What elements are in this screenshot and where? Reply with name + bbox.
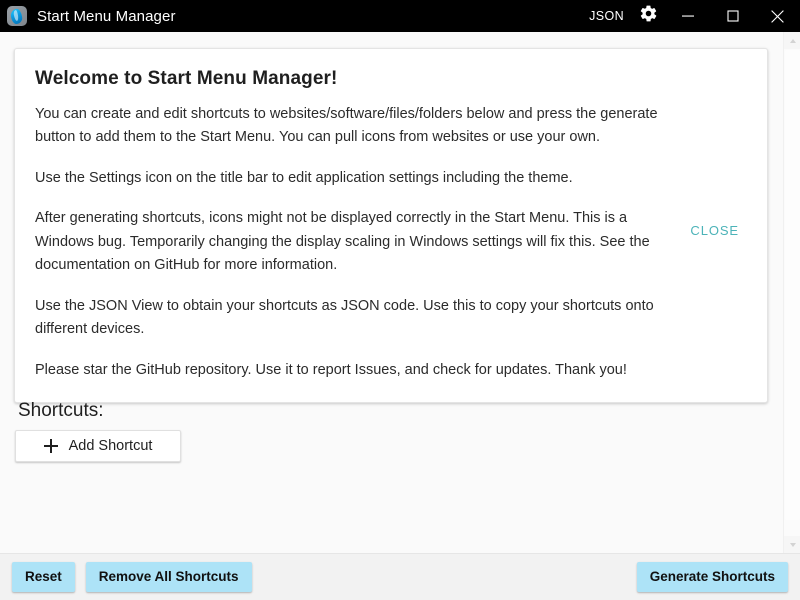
window-title: Start Menu Manager: [37, 7, 176, 25]
maximize-button[interactable]: [710, 0, 755, 32]
main-content: Welcome to Start Menu Manager! You can c…: [0, 32, 800, 553]
welcome-card: Welcome to Start Menu Manager! You can c…: [14, 48, 768, 404]
plus-icon: [43, 439, 58, 453]
close-welcome-card-button[interactable]: CLOSE: [682, 217, 747, 244]
gear-icon: [639, 4, 658, 28]
shortcuts-heading: Shortcuts:: [18, 400, 104, 421]
minimize-icon: [681, 10, 694, 22]
app-logo-icon: [7, 6, 27, 26]
chevron-up-icon: [789, 38, 796, 43]
welcome-paragraph-3: After generating shortcuts, icons might …: [35, 210, 650, 274]
vertical-scrollbar[interactable]: [783, 32, 800, 553]
json-view-button[interactable]: JSON: [582, 5, 631, 27]
welcome-card-actions: CLOSE: [682, 210, 747, 240]
welcome-paragraph-4: Use the JSON View to obtain your shortcu…: [35, 297, 654, 338]
minimize-button[interactable]: [665, 0, 710, 32]
chevron-down-icon: [789, 542, 796, 547]
generate-shortcuts-button[interactable]: Generate Shortcuts: [636, 561, 788, 593]
close-window-button[interactable]: [755, 0, 800, 32]
welcome-paragraph-2: Use the Settings icon on the title bar t…: [35, 169, 573, 186]
title-bar: Start Menu Manager JSON: [0, 0, 800, 32]
welcome-paragraph-5: Please star the GitHub repository. Use i…: [35, 361, 627, 378]
settings-button[interactable]: [631, 0, 665, 32]
add-shortcut-button[interactable]: Add Shortcut: [15, 430, 181, 462]
scroll-up-button[interactable]: [784, 32, 800, 49]
close-icon: [771, 9, 784, 23]
remove-all-shortcuts-button[interactable]: Remove All Shortcuts: [85, 561, 252, 593]
maximize-icon: [726, 10, 739, 22]
add-shortcut-label: Add Shortcut: [68, 438, 153, 454]
scrollbar-thumb[interactable]: [785, 50, 800, 520]
bottom-action-bar: Reset Remove All Shortcuts Generate Shor…: [0, 553, 800, 600]
welcome-title: Welcome to Start Menu Manager!: [35, 68, 338, 89]
scroll-down-button[interactable]: [784, 536, 800, 553]
welcome-card-text: Welcome to Start Menu Manager! You can c…: [35, 67, 682, 382]
welcome-paragraph-1: You can create and edit shortcuts to web…: [35, 105, 658, 146]
reset-button[interactable]: Reset: [12, 561, 75, 593]
